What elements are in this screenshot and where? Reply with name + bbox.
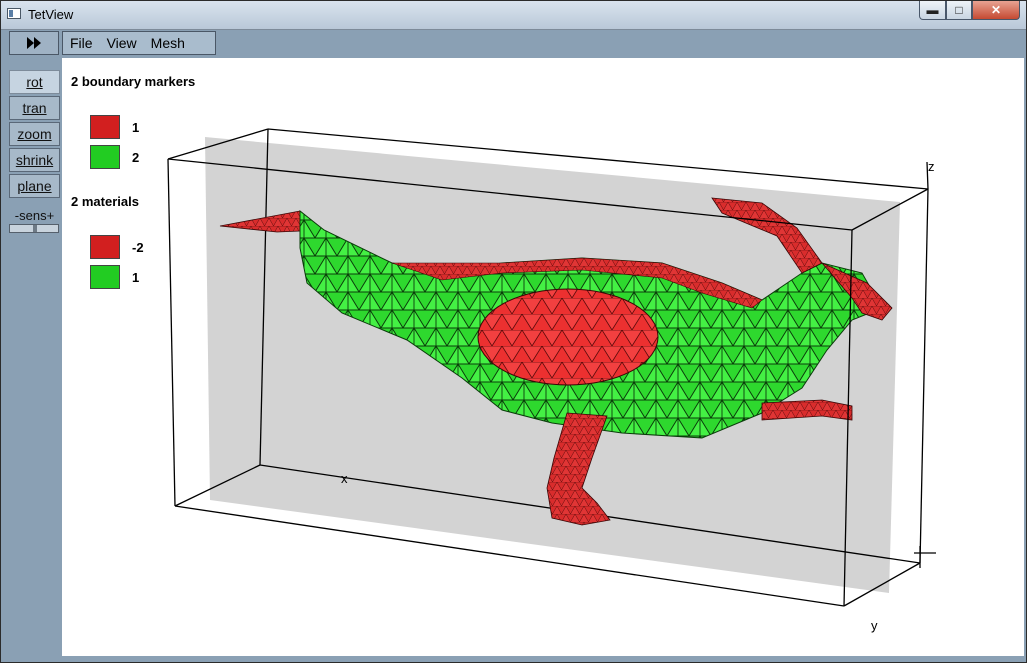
material-swatch-1 <box>90 235 120 259</box>
menu-view[interactable]: View <box>100 35 144 51</box>
sensitivity-label: -sens+ <box>14 208 55 223</box>
animate-button[interactable] <box>9 31 59 55</box>
sensitivity-slider-thumb[interactable] <box>33 225 37 232</box>
app-icon <box>7 8 21 19</box>
shrink-button[interactable]: shrink <box>9 148 60 172</box>
window-title: TetView <box>28 7 74 22</box>
minimize-icon: ▬ <box>926 3 939 17</box>
axis-label-x: x <box>341 471 348 486</box>
title-bar: TetView ▬ □ ✕ <box>1 1 1026 30</box>
boundary-label-1: 1 <box>132 120 140 135</box>
maximize-button[interactable]: □ <box>946 1 972 20</box>
arm-red <box>761 399 853 421</box>
fast-forward-icon <box>27 37 41 49</box>
rot-button[interactable]: rot <box>9 70 60 94</box>
cross-section-red <box>477 288 659 386</box>
boundary-label-2: 2 <box>132 150 140 165</box>
material-swatch-2 <box>90 265 120 289</box>
boundary-swatch-2 <box>90 145 120 169</box>
material-label-1: -2 <box>132 240 144 255</box>
window-controls: ▬ □ ✕ <box>919 1 1020 21</box>
minimize-button[interactable]: ▬ <box>919 1 946 20</box>
tetview-window: TetView ▬ □ ✕ File View Mesh rot tran zo… <box>0 0 1027 663</box>
close-button[interactable]: ✕ <box>972 1 1020 20</box>
close-icon: ✕ <box>990 3 1002 17</box>
menu-row: File View Mesh <box>9 31 1025 56</box>
axis-label-z: z <box>928 159 935 174</box>
sensitivity-slider[interactable] <box>9 224 59 233</box>
materials-title: 2 materials <box>71 194 139 209</box>
gl-viewport[interactable]: 2 boundary markers 1 2 2 materials -2 1 … <box>62 58 1024 656</box>
boundary-markers-title: 2 boundary markers <box>71 74 196 89</box>
axis-label-y: y <box>871 618 878 633</box>
plane-button[interactable]: plane <box>9 174 60 198</box>
tran-button[interactable]: tran <box>9 96 60 120</box>
material-label-2: 1 <box>132 270 140 285</box>
maximize-icon: □ <box>955 3 963 17</box>
zoom-button[interactable]: zoom <box>9 122 60 146</box>
menu-mesh[interactable]: Mesh <box>144 35 192 51</box>
boundary-swatch-1 <box>90 115 120 139</box>
menu-file[interactable]: File <box>63 35 100 51</box>
menu-bar: File View Mesh <box>62 31 216 55</box>
mesh-scene <box>167 128 936 607</box>
mode-toolbar: rot tran zoom shrink plane -sens+ <box>9 70 60 233</box>
